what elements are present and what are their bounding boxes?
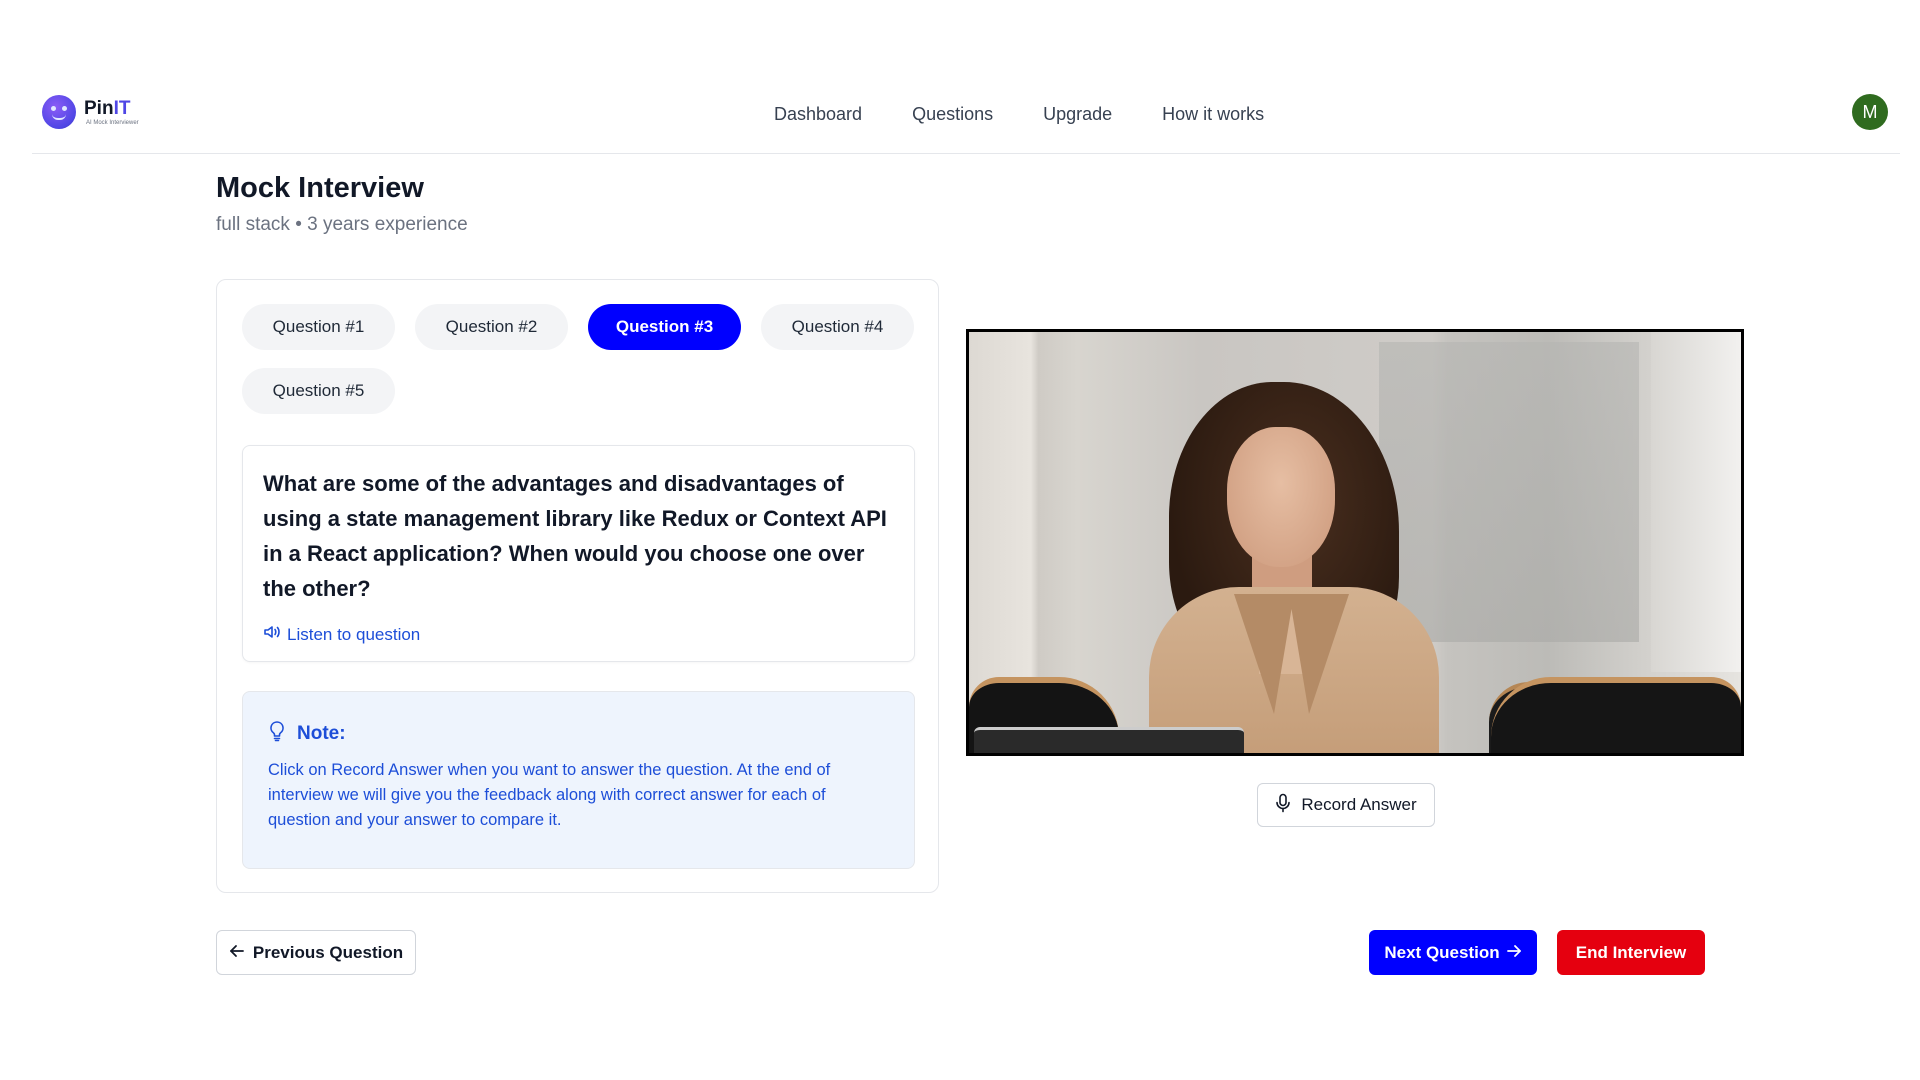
user-avatar[interactable]: M — [1852, 94, 1888, 130]
next-question-label: Next Question — [1384, 942, 1500, 962]
page-title: Mock Interview — [216, 172, 424, 204]
brand-logo[interactable]: PinIT AI Mock Interviewer — [42, 95, 139, 129]
nav-how-it-works[interactable]: How it works — [1162, 104, 1264, 125]
previous-question-label: Previous Question — [252, 942, 404, 962]
brand-name: PinIT — [84, 97, 131, 119]
note-title: Note: — [297, 722, 346, 744]
brand-tagline: AI Mock Interviewer — [86, 119, 139, 126]
nav-upgrade[interactable]: Upgrade — [1043, 104, 1112, 125]
listen-to-question-link[interactable]: Listen to question — [263, 624, 420, 645]
question-tab-4[interactable]: Question #4 — [761, 304, 914, 350]
top-navbar: PinIT AI Mock Interviewer Dashboard Ques… — [32, 80, 1900, 154]
question-tabs: Question #1 Question #2 Question #3 Ques… — [242, 304, 917, 414]
record-answer-label: Record Answer — [1301, 795, 1417, 814]
question-tab-3[interactable]: Question #3 — [588, 304, 741, 350]
listen-label: Listen to question — [287, 624, 421, 644]
previous-question-button[interactable]: Previous Question — [216, 930, 416, 975]
question-card: What are some of the advantages and disa… — [242, 445, 915, 662]
question-tab-2[interactable]: Question #2 — [415, 304, 568, 350]
question-text: What are some of the advantages and disa… — [263, 471, 887, 601]
question-tab-1[interactable]: Question #1 — [242, 304, 395, 350]
microphone-icon — [1275, 793, 1291, 818]
question-panel: Question #1 Question #2 Question #3 Ques… — [216, 279, 939, 893]
nav-dashboard[interactable]: Dashboard — [774, 104, 862, 125]
note-text: Click on Record Answer when you want to … — [268, 761, 831, 829]
next-question-button[interactable]: Next Question — [1369, 930, 1537, 975]
question-tab-5[interactable]: Question #5 — [242, 368, 395, 414]
speaker-icon — [263, 624, 281, 645]
lightbulb-icon — [267, 720, 287, 747]
arrow-left-icon — [229, 943, 245, 963]
end-interview-button[interactable]: End Interview — [1557, 930, 1705, 975]
logo-icon — [42, 95, 76, 129]
note-card: Note: Click on Record Answer when you wa… — [242, 691, 915, 869]
interviewer-video — [966, 329, 1744, 756]
arrow-right-icon — [1506, 943, 1522, 963]
nav-questions[interactable]: Questions — [912, 104, 993, 125]
page-subtitle: full stack • 3 years experience — [216, 214, 468, 235]
record-answer-button[interactable]: Record Answer — [1257, 783, 1435, 827]
main-nav: Dashboard Questions Upgrade How it works — [774, 104, 1264, 125]
